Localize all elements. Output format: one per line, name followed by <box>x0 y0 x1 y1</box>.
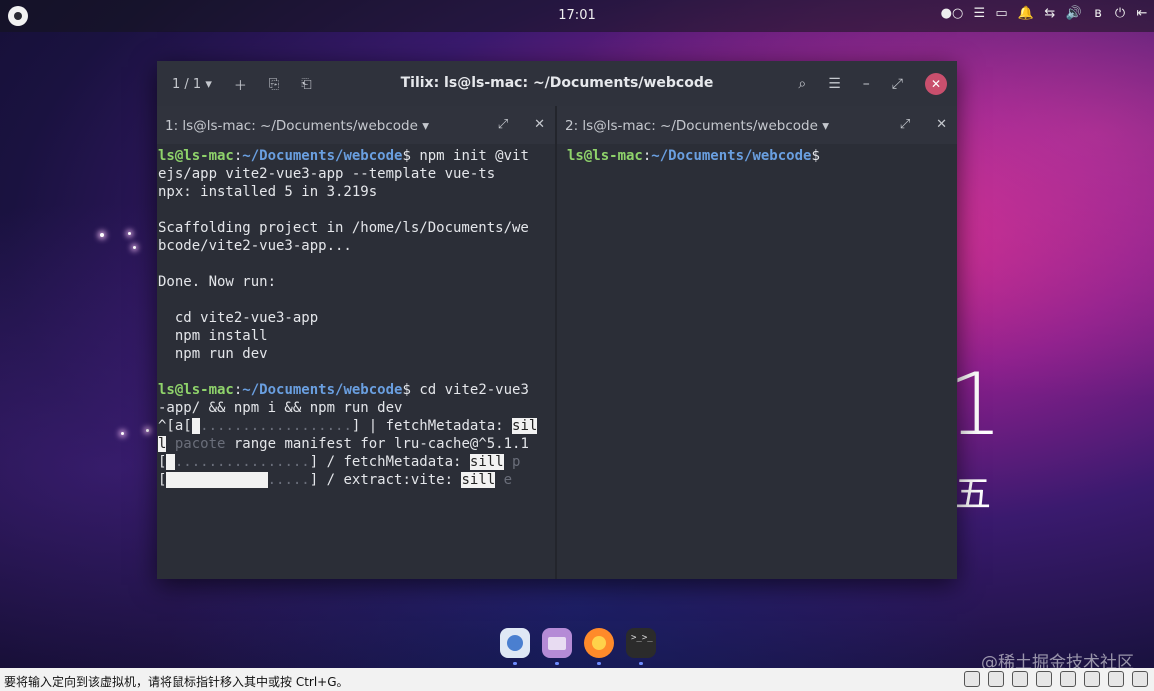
dock: >_>_ <box>500 628 656 665</box>
power-icon[interactable]: ⏻ <box>1114 6 1126 21</box>
search-icon[interactable]: ⌕ <box>798 76 806 92</box>
sound-icon[interactable] <box>1084 671 1100 687</box>
folder-icon[interactable]: ▭ <box>995 6 1007 21</box>
pane-title: 2: ls@ls-mac: ~/Documents/webcode ▾ <box>565 118 829 134</box>
sparkle <box>128 232 131 235</box>
pane-header[interactable]: 2: ls@ls-mac: ~/Documents/webcode ▾ ⤢ ✕ <box>557 106 957 144</box>
pane-header[interactable]: 1: ls@ls-mac: ~/Documents/webcode ▾ ⤢ ✕ <box>157 106 555 144</box>
menu-icon[interactable]: ☰ <box>973 6 986 21</box>
display-icon[interactable] <box>1108 671 1124 687</box>
top-panel: 17:01 ●○ ☰ ▭ 🔔 ⇆ 🔊 ʙ ⏻ ⇤ <box>0 0 1154 32</box>
logout-icon[interactable]: ⇤ <box>1136 6 1148 21</box>
firefox-icon[interactable] <box>584 628 614 665</box>
volume-icon[interactable]: 🔊 <box>1066 6 1082 21</box>
network-adapter-icon[interactable] <box>1012 671 1028 687</box>
printer-icon[interactable] <box>1036 671 1052 687</box>
file-manager-icon[interactable] <box>542 628 572 665</box>
maximize-pane-icon[interactable]: ⤢ <box>498 117 508 132</box>
usb-icon[interactable] <box>1060 671 1076 687</box>
close-icon[interactable]: ✕ <box>925 73 947 95</box>
terminal-pane-1[interactable]: 1: ls@ls-mac: ~/Documents/webcode ▾ ⤢ ✕ … <box>157 106 555 579</box>
vm-status-bar: 要将输入定向到该虚拟机，请将鼠标指针移入其中或按 Ctrl+G。 <box>0 668 1154 691</box>
maximize-pane-icon[interactable]: ⤢ <box>900 117 910 132</box>
pane-title: 1: ls@ls-mac: ~/Documents/webcode ▾ <box>165 118 429 134</box>
terminal-icon[interactable]: >_>_ <box>626 628 656 665</box>
title-bar[interactable]: 1 / 1 ▾ ＋ ⎘ ⎗ Tilix: ls@ls-mac: ~/Docume… <box>157 61 957 106</box>
notification-icon[interactable]: 🔔 <box>1018 6 1034 21</box>
chevron-down-icon[interactable]: ▾ <box>422 118 429 134</box>
chevron-down-icon[interactable]: ▾ <box>822 118 829 134</box>
bluetooth-icon[interactable]: ʙ <box>1092 6 1104 21</box>
workspace-indicator-icon[interactable]: ●○ <box>941 6 964 21</box>
status-message: 要将输入定向到该虚拟机，请将鼠标指针移入其中或按 Ctrl+G。 <box>4 675 349 689</box>
terminal-output[interactable]: ls@ls-mac:~/Documents/webcode$ npm init … <box>157 144 555 489</box>
launcher-icon[interactable] <box>500 628 530 665</box>
wallpaper-weekday: 五 <box>955 474 992 515</box>
minimize-icon[interactable]: – <box>863 76 870 92</box>
terminal-output[interactable]: ls@ls-mac:~/Documents/webcode$ <box>557 144 957 165</box>
cd-icon[interactable] <box>988 671 1004 687</box>
settings-icon[interactable] <box>1132 671 1148 687</box>
disk-icon[interactable] <box>964 671 980 687</box>
close-pane-icon[interactable]: ✕ <box>936 117 947 132</box>
system-tray: ●○ ☰ ▭ 🔔 ⇆ 🔊 ʙ ⏻ ⇤ <box>941 6 1148 21</box>
terminal-pane-2[interactable]: 2: ls@ls-mac: ~/Documents/webcode ▾ ⤢ ✕ … <box>557 106 957 579</box>
tilix-window: 1 / 1 ▾ ＋ ⎘ ⎗ Tilix: ls@ls-mac: ~/Docume… <box>157 61 957 579</box>
network-icon[interactable]: ⇆ <box>1044 6 1056 21</box>
maximize-icon[interactable]: ⤢ <box>892 76 903 92</box>
close-pane-icon[interactable]: ✕ <box>534 117 545 132</box>
hamburger-icon[interactable]: ☰ <box>828 76 841 92</box>
sparkle <box>146 429 149 432</box>
sparkle <box>121 432 124 435</box>
sparkle <box>100 233 104 237</box>
sparkle <box>133 246 136 249</box>
